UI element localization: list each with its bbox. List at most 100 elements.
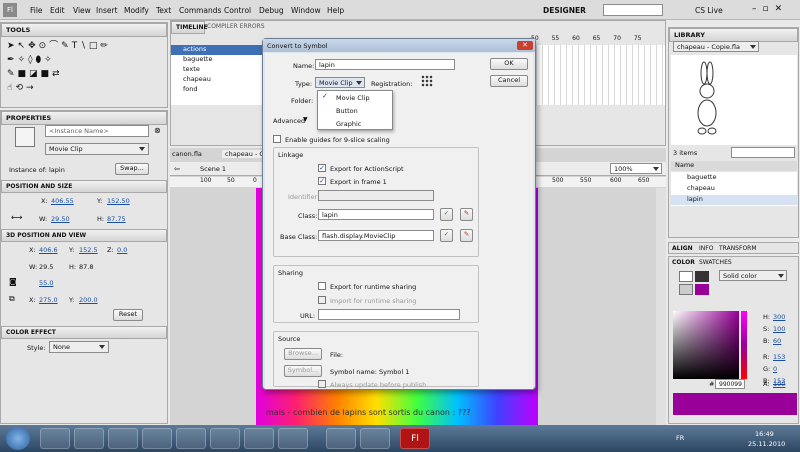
tab-timeline[interactable]: TIMELINE [171,21,208,34]
b-value[interactable]: 60 [773,337,781,345]
layer-row[interactable]: chapeau [171,75,266,85]
library-search-input[interactable] [731,147,795,158]
menu-insert[interactable]: Insert [96,6,118,15]
tab-swatches[interactable]: SWATCHES [699,259,732,266]
taskbar-firefox-icon[interactable] [326,428,356,449]
y-value[interactable]: 152.50 [107,197,130,205]
hex-input[interactable]: 990099 [715,379,745,389]
symbol-type-select[interactable]: Movie Clip [45,143,149,155]
x-value[interactable]: 406.55 [51,197,74,205]
scene-label[interactable]: Scene 1 [200,165,226,173]
x3d-value[interactable]: 406.6 [39,246,58,254]
taskbar-app-icon[interactable] [278,428,308,449]
library-file-select[interactable]: chapeau - Copie.fla [673,41,759,52]
dropdown-button[interactable]: Button [336,107,358,115]
enable-guides-checkbox[interactable] [273,135,281,143]
clock-time[interactable]: 16:49 [755,430,774,438]
help-icon[interactable]: ⊗ [154,126,161,135]
color-effect-header[interactable]: COLOR EFFECT [1,326,167,339]
perspective-value[interactable]: 55.0 [39,279,53,287]
instance-name-input[interactable]: <Instance Name> [45,125,149,137]
export-actionscript-checkbox[interactable]: ✓ [318,164,326,172]
menu-view[interactable]: View [73,6,91,15]
window-controls[interactable]: –▫✕ [752,4,796,16]
color-type-select[interactable]: Solid color [719,270,787,281]
registration-grid-icon[interactable] [421,75,433,87]
stroke-color-value[interactable] [695,271,709,282]
url-input[interactable] [318,309,460,320]
menu-debug[interactable]: Debug [259,6,284,15]
export-runtime-checkbox[interactable] [318,282,326,290]
h-value[interactable]: 300 [773,313,785,321]
layer-row[interactable]: fond [171,85,266,95]
frame-grid[interactable] [531,45,665,105]
back-arrow-icon[interactable]: ⇦ [174,165,180,173]
g-value[interactable]: 0 [773,365,777,373]
export-frame-checkbox[interactable]: ✓ [318,177,326,185]
edit-base-icon[interactable]: ✎ [460,229,473,242]
cs-live-button[interactable]: CS Live [695,6,723,15]
advanced-chevron-icon[interactable]: ▼ [303,116,308,123]
menu-window[interactable]: Window [291,6,321,15]
start-button[interactable] [6,427,30,450]
base-class-input[interactable]: flash.display.MovieClip [318,230,434,241]
validate-base-icon[interactable]: ✓ [440,229,453,242]
symbol-type-select[interactable]: Movie Clip [315,77,365,88]
library-item[interactable]: chapeau [671,184,797,194]
tool-icons[interactable]: ➤↖✥⊙⌒✎T∖□✏ ✒✧◊⬮✧ ✎■◪■⇄ ☝⟲→ [7,39,167,99]
fill-color-icon[interactable] [679,284,693,295]
taskbar-app-icon[interactable] [244,428,274,449]
dropdown-graphic[interactable]: Graphic [336,120,361,128]
hue-slider[interactable] [741,311,747,379]
help-search-input[interactable] [603,4,663,16]
tab-compiler-errors[interactable]: COMPILER ERRORS [207,23,265,30]
menu-modify[interactable]: Modify [124,6,149,15]
class-input[interactable]: lapin [318,209,434,220]
z3d-value[interactable]: 0.0 [117,246,127,254]
clock-date[interactable]: 25.11.2010 [748,440,785,448]
symbol-name-input[interactable]: lapin [315,59,455,70]
tab-transform[interactable]: TRANSFORM [719,245,757,252]
stroke-color-swatch[interactable] [679,271,693,282]
lock-proportions-icon[interactable]: ⟷ [11,213,22,222]
position-size-header[interactable]: POSITION AND SIZE [1,180,167,193]
library-item[interactable]: lapin [671,195,797,205]
reset-button[interactable]: Reset [113,309,143,321]
taskbar-explorer-icon[interactable] [74,428,104,449]
taskbar-app-icon[interactable] [360,428,390,449]
tab-color[interactable]: COLOR [672,259,695,266]
s-value[interactable]: 100 [773,325,785,333]
language-indicator[interactable]: FR [676,434,684,442]
taskbar-flash-icon[interactable]: Fl [400,428,430,449]
taskbar-ie-icon[interactable] [40,428,70,449]
fill-color-swatch[interactable] [695,284,709,295]
menu-text[interactable]: Text [156,6,171,15]
menu-edit[interactable]: Edit [50,6,65,15]
menu-file[interactable]: File [30,6,43,15]
edit-class-icon[interactable]: ✎ [460,208,473,221]
alpha-value[interactable]: 100 [773,380,785,388]
style-select[interactable]: None [49,341,109,353]
library-item[interactable]: baguette [671,173,797,183]
taskbar-app-icon[interactable] [210,428,240,449]
cancel-button[interactable]: Cancel [490,75,528,87]
y3d-value[interactable]: 152.5 [79,246,98,254]
dropdown-movie-clip[interactable]: Movie Clip [336,94,370,102]
doc-tab-canon[interactable]: canon.fla [172,150,202,158]
ok-button[interactable]: OK [490,58,528,70]
color-picker-field[interactable] [673,311,739,379]
advanced-toggle[interactable]: Advanced [273,117,305,125]
menu-help[interactable]: Help [327,6,344,15]
menu-commands[interactable]: Commands [179,6,221,15]
dialog-close-icon[interactable]: ✕ [517,41,533,50]
swap-button[interactable]: Swap... [115,163,149,175]
validate-class-icon[interactable]: ✓ [440,208,453,221]
menu-control[interactable]: Control [224,6,251,15]
layer-row[interactable]: baguette [171,55,266,65]
zoom-select[interactable]: 100% [610,163,662,174]
3d-position-header[interactable]: 3D POSITION AND VIEW [1,229,167,242]
taskbar-app-icon[interactable] [176,428,206,449]
vanishing-y-value[interactable]: 200.0 [79,296,98,304]
layer-row[interactable]: actions [171,45,266,55]
h-value[interactable]: 87.75 [107,215,126,223]
